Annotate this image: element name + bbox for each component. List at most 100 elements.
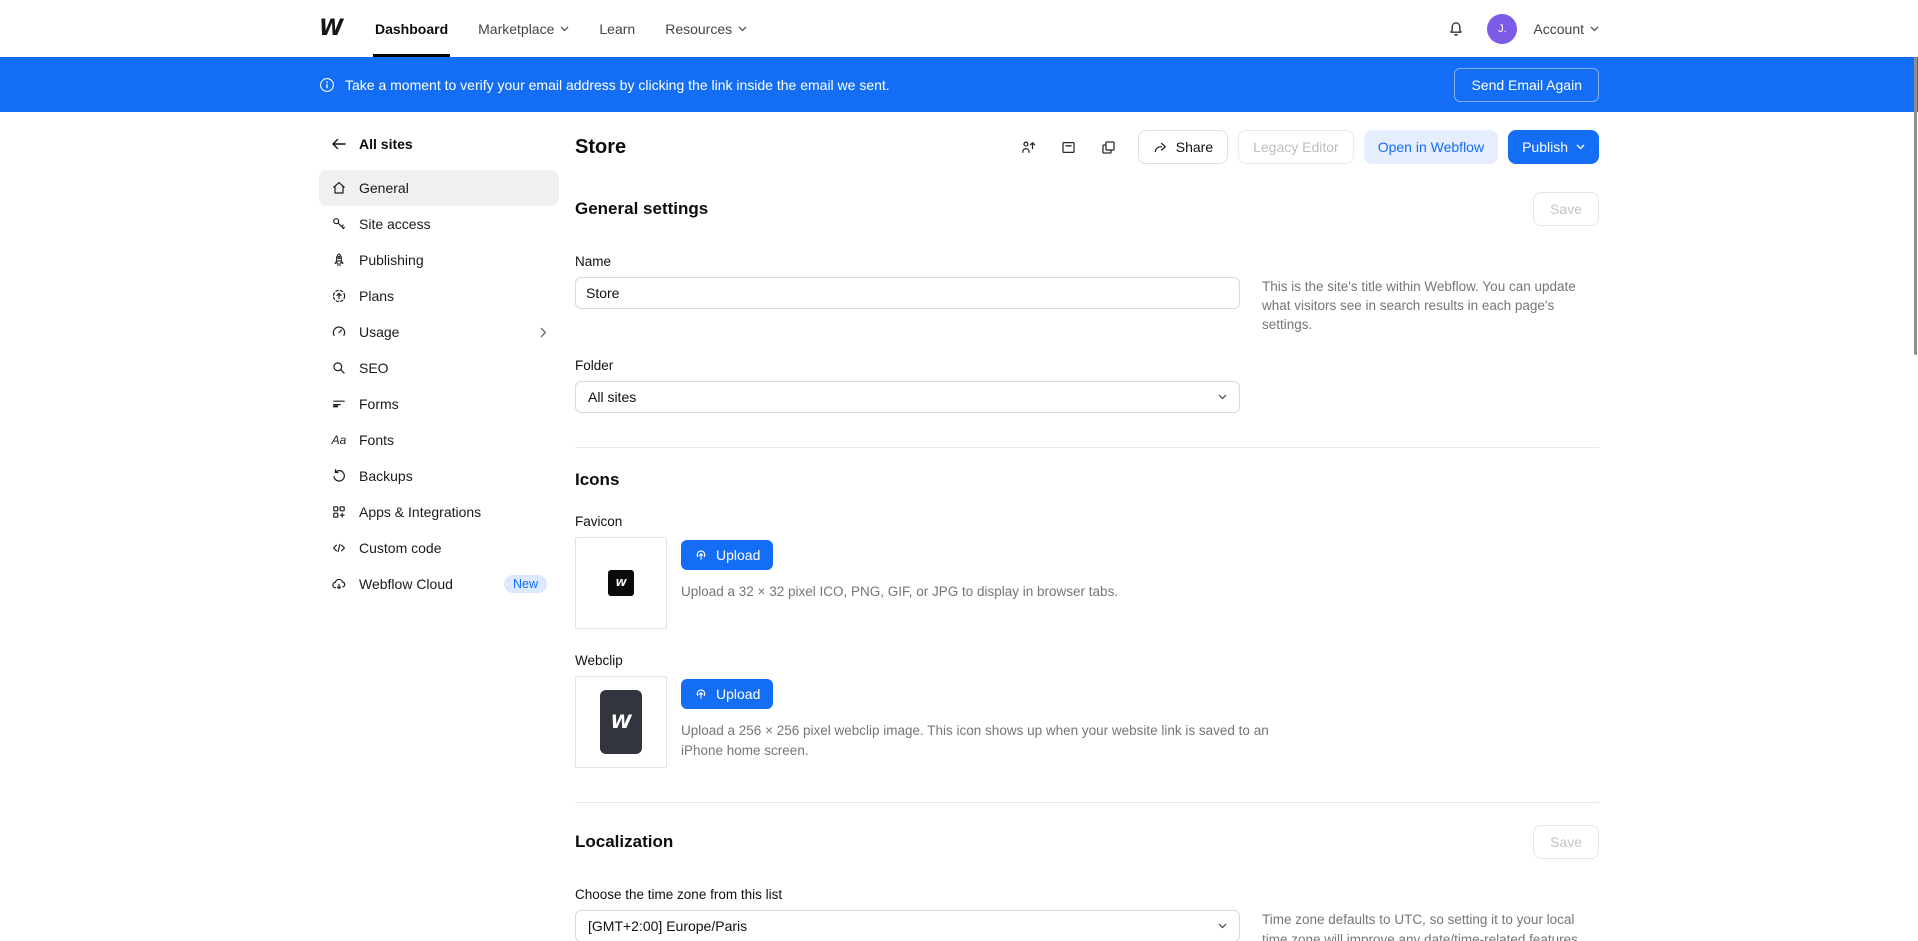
favicon-image: W (608, 570, 634, 596)
localization-heading: Localization (575, 832, 673, 852)
transfer-site-icon[interactable] (1014, 132, 1044, 162)
sidebar-item-label: SEO (359, 360, 547, 376)
favicon-label: Favicon (575, 514, 1599, 529)
sidebar-item-label: Publishing (359, 252, 547, 268)
settings-main: Store Share Legacy Editor (575, 112, 1599, 941)
sidebar-item-label: Custom code (359, 540, 547, 556)
webclip-label: Webclip (575, 653, 1599, 668)
restore-icon (331, 468, 347, 484)
upgrade-icon (331, 288, 347, 304)
folder-select[interactable]: All sites (575, 381, 1240, 413)
general-settings-heading: General settings (575, 199, 708, 219)
sidebar-item-publishing[interactable]: Publishing (319, 242, 559, 278)
apps-grid-icon (331, 504, 347, 520)
sidebar-item-site-access[interactable]: Site access (319, 206, 559, 242)
folder-select-value: All sites (588, 389, 636, 405)
icons-heading: Icons (575, 470, 1599, 490)
favicon-upload-button[interactable]: Upload (681, 540, 773, 570)
webflow-logo-icon[interactable]: W (319, 18, 349, 40)
webclip-upload-button[interactable]: Upload (681, 679, 773, 709)
localization-save-button[interactable]: Save (1533, 825, 1599, 859)
sidebar-item-label: General (359, 180, 547, 196)
timezone-select[interactable]: [GMT+2:00] Europe/Paris (575, 910, 1240, 941)
sidebar-item-apps-integrations[interactable]: Apps & Integrations (319, 494, 559, 530)
vertical-scrollbar[interactable] (1914, 57, 1917, 355)
name-label: Name (575, 254, 1599, 269)
favicon-help-text: Upload a 32 × 32 pixel ICO, PNG, GIF, or… (681, 582, 1118, 602)
send-email-again-button[interactable]: Send Email Again (1454, 68, 1599, 102)
nav-tab-label: Learn (599, 21, 635, 37)
account-label: Account (1533, 21, 1584, 37)
info-icon (319, 77, 335, 93)
sidebar-item-usage[interactable]: Usage (319, 314, 559, 350)
sidebar-item-custom-code[interactable]: Custom code (319, 530, 559, 566)
chevron-down-icon (1218, 394, 1227, 400)
upload-icon (694, 548, 708, 562)
webclip-upload-label: Upload (716, 686, 760, 702)
webclip-help-text: Upload a 256 × 256 pixel webclip image. … (681, 721, 1301, 760)
sidebar-item-fonts[interactable]: Aa Fonts (319, 422, 559, 458)
nav-tab-marketplace[interactable]: Marketplace (478, 0, 569, 57)
legacy-editor-button[interactable]: Legacy Editor (1238, 130, 1354, 164)
upload-icon (694, 687, 708, 701)
name-help-text: This is the site's title within Webflow.… (1262, 277, 1592, 334)
timezone-select-value: [GMT+2:00] Europe/Paris (588, 918, 747, 934)
back-to-all-sites[interactable]: All sites (319, 132, 559, 170)
favicon-preview: W (575, 537, 667, 629)
chevron-down-icon (1218, 923, 1227, 929)
avatar[interactable]: J. (1487, 14, 1517, 44)
rocket-icon (331, 252, 347, 268)
new-badge: New (504, 575, 547, 593)
nav-tab-label: Resources (665, 21, 732, 37)
section-divider (575, 802, 1599, 803)
archive-site-icon[interactable] (1054, 132, 1084, 162)
duplicate-site-icon[interactable] (1094, 132, 1124, 162)
share-label: Share (1176, 139, 1213, 155)
sidebar-item-label: Webflow Cloud (359, 576, 492, 592)
chevron-right-icon (540, 327, 547, 338)
sidebar-item-general[interactable]: General (319, 170, 559, 206)
gauge-icon (331, 324, 347, 340)
cloud-icon (331, 576, 347, 592)
forms-icon (331, 396, 347, 412)
sidebar-item-seo[interactable]: SEO (319, 350, 559, 386)
search-icon (331, 360, 347, 376)
sidebar-item-webflow-cloud[interactable]: Webflow Cloud New (319, 566, 559, 602)
webclip-image: W (600, 690, 642, 754)
back-label: All sites (359, 136, 413, 152)
notifications-bell-icon[interactable] (1441, 14, 1471, 44)
timezone-help-text: Time zone defaults to UTC, so setting it… (1262, 910, 1592, 941)
arrow-left-icon (331, 137, 347, 151)
section-divider (575, 447, 1599, 448)
legacy-editor-label: Legacy Editor (1253, 139, 1339, 155)
sidebar-item-forms[interactable]: Forms (319, 386, 559, 422)
top-nav: W Dashboard Marketplace Learn Resources (0, 0, 1918, 57)
site-name-input[interactable] (575, 277, 1240, 309)
code-icon (331, 540, 347, 556)
account-menu[interactable]: Account (1533, 21, 1599, 37)
publish-label: Publish (1522, 139, 1568, 155)
sidebar-item-plans[interactable]: Plans (319, 278, 559, 314)
chevron-down-icon (738, 26, 747, 32)
banner-message: Take a moment to verify your email addre… (345, 77, 890, 93)
open-in-webflow-button[interactable]: Open in Webflow (1364, 130, 1498, 164)
share-button[interactable]: Share (1138, 130, 1228, 164)
nav-tab-resources[interactable]: Resources (665, 0, 747, 57)
nav-tab-learn[interactable]: Learn (599, 0, 635, 57)
nav-tab-dashboard[interactable]: Dashboard (375, 0, 448, 57)
sidebar-item-label: Backups (359, 468, 547, 484)
settings-sidebar: All sites General Site access Publishing (319, 112, 559, 941)
chevron-down-icon (1576, 144, 1585, 150)
webclip-preview: W (575, 676, 667, 768)
chevron-down-icon (560, 26, 569, 32)
home-icon (331, 180, 347, 196)
sidebar-item-label: Site access (359, 216, 547, 232)
sidebar-item-backups[interactable]: Backups (319, 458, 559, 494)
general-save-button[interactable]: Save (1533, 192, 1599, 226)
share-arrow-icon (1153, 140, 1168, 154)
sidebar-item-label: Fonts (359, 432, 547, 448)
fonts-icon: Aa (331, 432, 347, 448)
sidebar-item-label: Apps & Integrations (359, 504, 547, 520)
nav-tab-label: Marketplace (478, 21, 554, 37)
publish-button[interactable]: Publish (1508, 130, 1599, 164)
